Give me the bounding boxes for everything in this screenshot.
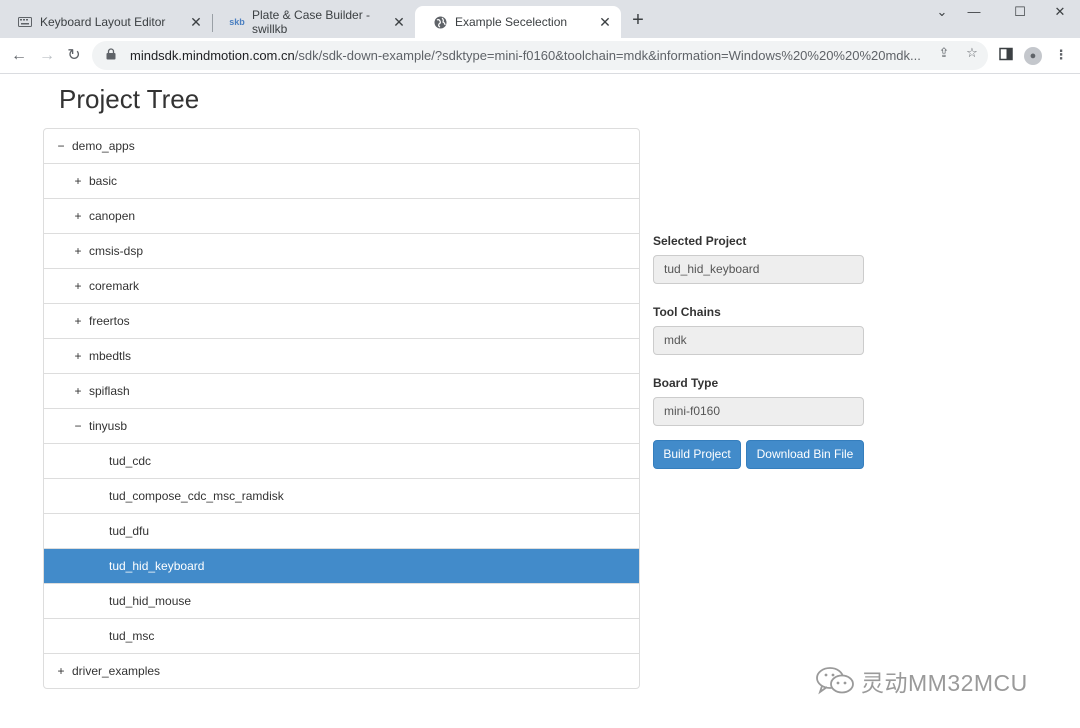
expand-icon[interactable]: + — [71, 174, 85, 188]
toolchain-field[interactable]: mdk — [653, 326, 864, 355]
watermark-text: 灵动MM32MCU — [861, 670, 1028, 696]
close-tab-icon[interactable]: ✕ — [597, 14, 613, 30]
tree-node-label: mbedtls — [89, 349, 132, 363]
lock-icon — [106, 48, 120, 63]
expand-icon[interactable]: + — [71, 279, 85, 293]
url-host: mindsdk.mindmotion.com.cn — [130, 48, 295, 63]
board-type-label: Board Type — [653, 376, 719, 390]
tree-node-label: tud_cdc — [109, 454, 152, 468]
collapse-icon[interactable]: − — [54, 139, 68, 153]
tab-example-selection[interactable]: Example Secelection ✕ — [415, 6, 621, 38]
keyboard-icon — [18, 15, 32, 29]
reload-icon[interactable]: ↻ — [62, 44, 86, 68]
swillkb-icon: skb — [229, 17, 245, 27]
url-text: mindsdk.mindmotion.com.cn/sdk/sdk-down-e… — [130, 48, 940, 63]
tree-node-demo-apps[interactable]: − demo_apps — [44, 129, 639, 163]
maximize-button[interactable]: ☐ — [1010, 4, 1030, 22]
tree-node-label: freertos — [89, 314, 130, 328]
close-window-button[interactable]: ✕ — [1050, 4, 1070, 22]
close-tab-icon[interactable]: ✕ — [188, 14, 204, 30]
selected-project-label: Selected Project — [653, 234, 747, 248]
tree-node-label: tud_hid_mouse — [109, 594, 192, 608]
tree-node-label: tud_hid_keyboard — [109, 559, 205, 573]
tab-search-icon[interactable]: ⌄ — [932, 4, 952, 22]
board-type-field[interactable]: mini-f0160 — [653, 397, 864, 426]
tab-title: Keyboard Layout Editor — [40, 15, 166, 29]
tree-node-tud-dfu[interactable]: tud_dfu — [44, 513, 639, 548]
share-icon[interactable]: ⇪ — [936, 45, 952, 61]
expand-icon[interactable]: + — [71, 209, 85, 223]
page-title: Project Tree — [59, 84, 200, 114]
tree-node-label: tud_msc — [109, 629, 155, 643]
bookmark-star-icon[interactable]: ☆ — [964, 45, 980, 61]
expand-icon[interactable]: + — [71, 384, 85, 398]
tree-node-tud-msc[interactable]: tud_msc — [44, 618, 639, 653]
tree-node-mbedtls[interactable]: + mbedtls — [44, 338, 639, 373]
tab-title: Example Secelection — [455, 15, 568, 29]
expand-icon[interactable]: + — [71, 314, 85, 328]
tree-node-tinyusb[interactable]: − tinyusb — [44, 408, 639, 443]
selected-project-field[interactable]: tud_hid_keyboard — [653, 255, 864, 284]
toolchain-label: Tool Chains — [653, 305, 721, 319]
tree-node-label: tinyusb — [89, 419, 128, 433]
forward-icon[interactable]: → — [35, 44, 59, 68]
minimize-button[interactable]: — — [964, 4, 984, 22]
project-tree: − demo_apps + basic + canopen + cmsis-ds… — [43, 128, 640, 689]
tree-node-spiflash[interactable]: + spiflash — [44, 373, 639, 408]
more-menu-icon[interactable]: ⋮ — [1052, 47, 1070, 65]
globe-icon — [433, 15, 447, 29]
new-tab-button[interactable]: + — [628, 10, 648, 30]
browser-tab-bar: Keyboard Layout Editor ✕ skb Plate & Cas… — [0, 0, 1080, 38]
profile-avatar-icon[interactable]: ● — [1024, 47, 1042, 65]
back-icon[interactable]: ← — [7, 44, 31, 68]
tree-node-label: coremark — [89, 279, 140, 293]
form-actions: Build Project Download Bin File — [653, 440, 864, 469]
tree-node-coremark[interactable]: + coremark — [44, 268, 639, 303]
tree-node-label: demo_apps — [72, 139, 135, 153]
expand-icon[interactable]: + — [71, 349, 85, 363]
tree-node-label: driver_examples — [72, 664, 161, 678]
browser-toolbar: ← → ↻ mindsdk.mindmotion.com.cn/sdk/sdk-… — [0, 38, 1080, 74]
url-path: /sdk/sdk-down-example/?sdktype=mini-f016… — [294, 48, 921, 63]
tree-node-tud-cdc[interactable]: tud_cdc — [44, 443, 639, 478]
tree-node-label: tud_dfu — [109, 524, 150, 538]
tree-node-canopen[interactable]: + canopen — [44, 198, 639, 233]
tree-node-label: tud_compose_cdc_msc_ramdisk — [109, 489, 284, 503]
watermark: 灵动MM32MCU — [815, 664, 1028, 698]
tree-node-driver-examples[interactable]: + driver_examples — [44, 653, 639, 688]
side-panel-icon[interactable] — [997, 47, 1015, 65]
address-bar[interactable]: mindsdk.mindmotion.com.cn/sdk/sdk-down-e… — [92, 41, 988, 70]
expand-icon[interactable]: + — [71, 244, 85, 258]
tree-node-cmsis-dsp[interactable]: + cmsis-dsp — [44, 233, 639, 268]
close-tab-icon[interactable]: ✕ — [391, 14, 407, 30]
project-config-form: Selected Project tud_hid_keyboard Tool C… — [653, 234, 864, 469]
tree-node-label: cmsis-dsp — [89, 244, 144, 258]
tree-node-tud-hid-mouse[interactable]: tud_hid_mouse — [44, 583, 639, 618]
tree-node-label: canopen — [89, 209, 136, 223]
tree-node-tud-compose-cdc-msc-ramdisk[interactable]: tud_compose_cdc_msc_ramdisk — [44, 478, 639, 513]
download-bin-button[interactable]: Download Bin File — [746, 440, 864, 469]
wechat-icon — [815, 666, 855, 696]
tree-node-freertos[interactable]: + freertos — [44, 303, 639, 338]
tree-node-tud-hid-keyboard[interactable]: tud_hid_keyboard — [44, 548, 639, 583]
tree-node-label: basic — [89, 174, 118, 188]
tab-keyboard-layout-editor[interactable]: Keyboard Layout Editor ✕ — [0, 6, 212, 38]
build-project-button[interactable]: Build Project — [653, 440, 741, 469]
collapse-icon[interactable]: − — [71, 419, 85, 433]
expand-icon[interactable]: + — [54, 664, 68, 678]
tab-title: Plate & Case Builder - swillkb — [252, 8, 371, 36]
tree-node-basic[interactable]: + basic — [44, 163, 639, 198]
tree-node-label: spiflash — [89, 384, 130, 398]
tab-plate-case-builder[interactable]: skb Plate & Case Builder - swillkb ✕ — [212, 6, 415, 38]
